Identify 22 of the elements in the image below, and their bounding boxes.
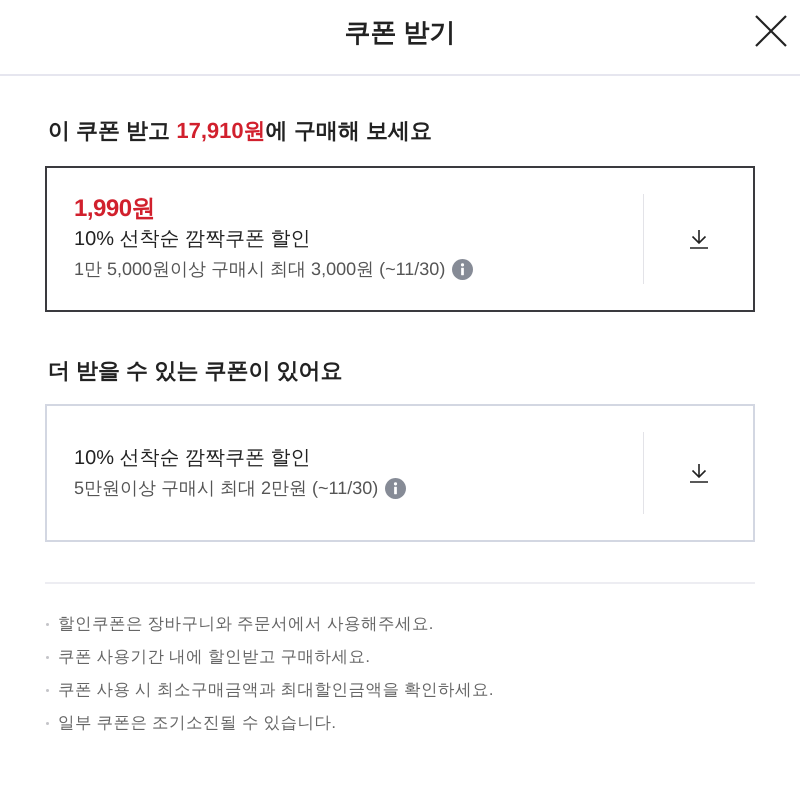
note-text: 쿠폰 사용기간 내에 할인받고 구매하세요. [58, 647, 370, 668]
bullet-icon [46, 689, 49, 692]
close-button[interactable] [755, 15, 787, 47]
download-icon [688, 229, 708, 249]
dialog-title: 쿠폰 받기 [344, 16, 456, 48]
bullet-icon [46, 722, 49, 725]
section-heading: 이 쿠폰 받고 17,910원에 구매해 보세요 [48, 118, 432, 143]
coupon-title: 10% 선착순 깜짝쿠폰 할인 [74, 227, 312, 252]
note-text: 쿠폰 사용 시 최소구매금액과 최대할인금액을 확인하세요. [58, 680, 494, 702]
note-text: 할인쿠폰은 장바구니와 주문서에서 사용해주세요. [58, 614, 434, 636]
info-icon[interactable] [452, 258, 474, 280]
info-icon[interactable] [385, 478, 406, 498]
section-heading: 더 받을 수 있는 쿠폰이 있어요 [48, 358, 343, 383]
bullet-icon [46, 623, 49, 626]
coupon-condition: 1만 5,000원이상 구매시 최대 3,000원 (~11/30) [74, 258, 446, 281]
download-icon [688, 463, 708, 483]
note-text: 일부 쿠폰은 조기소진될 수 있습니다. [58, 713, 336, 734]
close-icon [755, 15, 787, 47]
coupon-condition: 5만원이상 구매시 최대 2만원 (~11/30) [74, 477, 378, 500]
coupon-price: 1,990원 [74, 194, 156, 224]
coupon-title: 10% 선착순 깜짝쿠폰 할인 [74, 446, 312, 471]
bullet-icon [46, 656, 49, 659]
